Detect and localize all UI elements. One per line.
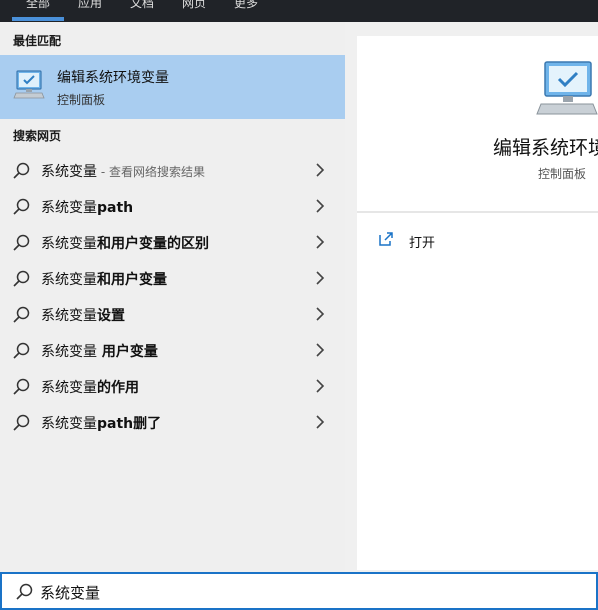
open-external-icon [379,232,393,246]
search-icon [16,583,33,600]
chevron-right-icon[interactable] [314,234,326,250]
web-result-label: 系统变量的作用 [41,380,139,396]
tab-documents[interactable]: 文档 [130,0,154,10]
best-match-title: 编辑系统环境变量 [57,70,169,86]
search-filter-tabs: 全部 应用 文档 网页 更多 [0,0,598,22]
preview-title: 编辑系统环境 [493,137,598,159]
chevron-right-icon[interactable] [314,414,326,430]
search-icon [13,198,30,215]
chevron-right-icon[interactable] [314,162,326,178]
web-result-label: 系统变量和用户变量的区别 [41,236,209,252]
search-box[interactable] [0,572,598,610]
web-result-item[interactable]: 系统变量设置 [0,296,345,332]
search-icon [13,234,30,251]
best-match-item[interactable]: 编辑系统环境变量 控制面板 [0,55,345,119]
web-result-item[interactable]: 系统变量path删了 [0,404,345,440]
web-result-label: 系统变量设置 [41,308,125,324]
web-search-header: 搜索网页 [13,129,62,143]
web-result-label: 系统变量 - 查看网络搜索结果 [41,164,205,180]
best-match-header: 最佳匹配 [13,34,62,48]
web-result-item[interactable]: 系统变量的作用 [0,368,345,404]
control-panel-monitor-icon [13,70,45,99]
search-icon [13,162,30,179]
chevron-right-icon[interactable] [314,342,326,358]
results-pane: 最佳匹配 编辑系统环境变量 控制面板 搜索网页 系统变量 - 查看网络搜索结果 … [0,22,345,572]
web-result-item[interactable]: 系统变量 用户变量 [0,332,345,368]
control-panel-monitor-icon [536,61,598,115]
tab-apps[interactable]: 应用 [78,0,102,10]
web-result-item[interactable]: 系统变量和用户变量的区别 [0,224,345,260]
search-icon [13,270,30,287]
search-input[interactable] [40,581,540,603]
web-result-item[interactable]: 系统变量 - 查看网络搜索结果 [0,152,345,188]
open-action[interactable]: 打开 [377,230,557,254]
web-result-label: 系统变量path [41,200,134,216]
open-label: 打开 [409,236,436,251]
web-result-label: 系统变量和用户变量 [41,272,167,288]
preview-pane: 编辑系统环境 控制面板 打开 [357,36,598,570]
preview-subtitle: 控制面板 [538,167,587,181]
chevron-right-icon[interactable] [314,306,326,322]
best-match-subtitle: 控制面板 [57,93,106,107]
search-icon [13,414,30,431]
tab-web[interactable]: 网页 [182,0,206,10]
tab-more[interactable]: 更多 [234,0,258,10]
chevron-right-icon[interactable] [314,198,326,214]
active-tab-indicator [12,17,64,21]
web-result-item[interactable]: 系统变量path [0,188,345,224]
tab-all[interactable]: 全部 [26,0,50,10]
web-result-label: 系统变量path删了 [41,416,162,432]
chevron-right-icon[interactable] [314,378,326,394]
search-icon [13,306,30,323]
chevron-right-icon[interactable] [314,270,326,286]
search-icon [13,378,30,395]
web-result-label: 系统变量 用户变量 [41,344,158,360]
web-result-item[interactable]: 系统变量和用户变量 [0,260,345,296]
search-icon [13,342,30,359]
preview-divider [357,211,598,213]
